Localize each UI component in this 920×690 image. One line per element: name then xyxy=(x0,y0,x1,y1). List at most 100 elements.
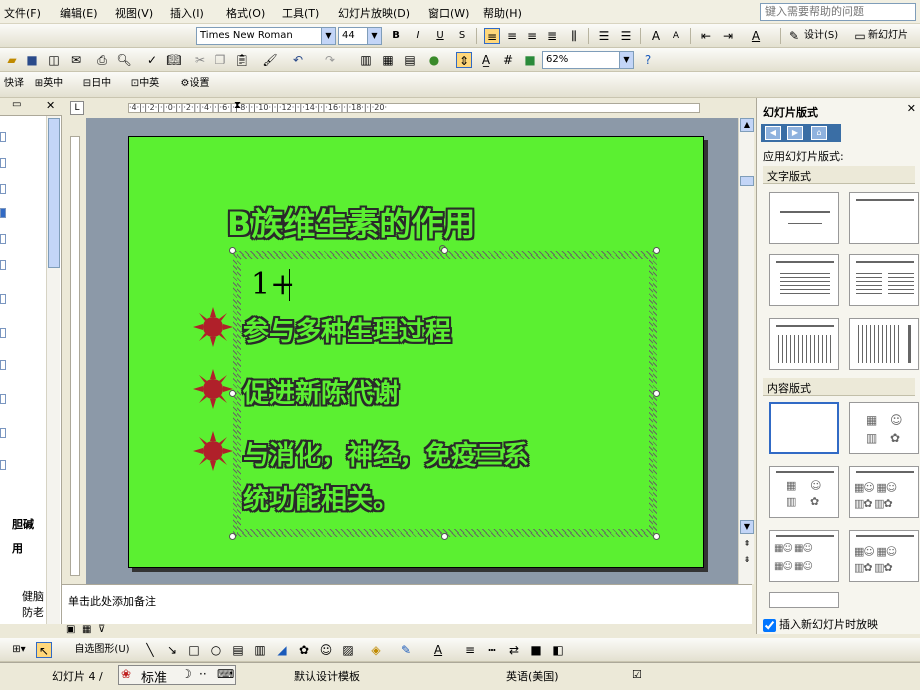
line-icon[interactable]: ╲ xyxy=(142,642,158,658)
print-icon[interactable]: ⎙ xyxy=(94,52,110,68)
resize-handle-ne[interactable] xyxy=(653,247,660,254)
outline-slide-marker[interactable] xyxy=(0,460,6,470)
textbox-icon[interactable]: ▤ xyxy=(230,642,246,658)
chevron-down-icon[interactable]: ▼ xyxy=(367,28,381,44)
ime-status-bar[interactable]: ❀ 标准 ☽ ·· ⌨ xyxy=(118,665,236,686)
numbering-icon[interactable]: ☰ xyxy=(596,28,612,44)
menu-tools[interactable]: 工具(T) xyxy=(282,5,319,21)
justify-icon[interactable]: ≣ xyxy=(544,28,560,44)
italic-button[interactable]: I xyxy=(410,27,426,45)
tab-selector-icon[interactable]: L xyxy=(70,101,84,115)
layout-title-slide[interactable] xyxy=(769,192,839,244)
vertical-textbox-icon[interactable]: ▥ xyxy=(252,642,268,658)
decrease-indent-icon[interactable]: ⇤ xyxy=(698,28,714,44)
undo-icon[interactable]: ↶ xyxy=(290,52,306,68)
bullet-item[interactable]: 与消化，神经，免疫三系 xyxy=(243,435,529,472)
tables-borders-icon[interactable]: ▤ xyxy=(402,52,418,68)
notes-pane[interactable]: 单击此处添加备注 xyxy=(62,584,752,624)
vertical-ruler[interactable] xyxy=(70,136,80,576)
cut-icon[interactable]: ✂ xyxy=(192,52,208,68)
resize-handle-s[interactable] xyxy=(441,533,448,540)
canvas-scrollbar[interactable]: ▲ ▼ ⇞ ⇟ xyxy=(738,118,754,584)
scroll-down-icon[interactable]: ▼ xyxy=(740,520,754,534)
ime-logo-icon[interactable]: ❀ xyxy=(121,667,131,681)
save-icon[interactable]: ■ xyxy=(24,52,40,68)
layout-title-text[interactable] xyxy=(769,254,839,306)
help-icon[interactable]: ? xyxy=(640,52,656,68)
show-on-insert-checkbox[interactable] xyxy=(763,618,776,632)
bullet-item[interactable]: 统功能相关。 xyxy=(243,479,399,516)
color-grayscale-icon[interactable]: ■ xyxy=(522,52,538,68)
autoshapes-menu[interactable]: 自选图形(U) xyxy=(64,641,140,659)
draw-menu[interactable]: ⊞▾ xyxy=(4,642,34,658)
notes-placeholder[interactable]: 单击此处添加备注 xyxy=(68,593,156,609)
picture-icon[interactable]: ▨ xyxy=(340,642,356,658)
distribute-icon[interactable]: ⫼ xyxy=(566,28,582,44)
scroll-thumb[interactable] xyxy=(740,176,754,186)
outline-slide-marker[interactable] xyxy=(0,294,6,304)
normal-view-icon[interactable]: ▣ xyxy=(66,624,75,635)
increase-font-icon[interactable]: A xyxy=(648,28,664,44)
diagram-icon[interactable]: ✿ xyxy=(296,642,312,658)
align-right-icon[interactable]: ≡ xyxy=(524,28,540,44)
horizontal-ruler[interactable]: ·4·|·|·2·|·|·0·|·|·2·|·|·4·|·|·6·|·|·8·|… xyxy=(128,103,700,113)
close-icon[interactable]: ✕ xyxy=(46,99,55,112)
layout-vertical-title-text[interactable] xyxy=(849,318,919,370)
bullet-item[interactable]: 参与多种生理过程 xyxy=(243,311,451,348)
outline-slide-marker[interactable] xyxy=(0,360,6,370)
new-slide-button[interactable]: 新幻灯片(N) xyxy=(868,27,918,45)
home-icon[interactable]: ⌂ xyxy=(811,126,827,140)
scroll-up-icon[interactable]: ▲ xyxy=(740,118,754,132)
increase-indent-icon[interactable]: ⇥ xyxy=(720,28,736,44)
chevron-down-icon[interactable]: ▼ xyxy=(619,52,633,68)
outline-slide-marker[interactable] xyxy=(0,132,6,142)
menu-insert[interactable]: 插入(I) xyxy=(170,5,204,21)
dash-style-icon[interactable]: ┅ xyxy=(484,642,500,658)
redo-icon[interactable]: ↷ xyxy=(322,52,338,68)
outline-slide-marker[interactable] xyxy=(0,394,6,404)
forward-icon[interactable]: ▶ xyxy=(787,126,803,140)
spelling-status-icon[interactable]: ☑ xyxy=(632,668,642,681)
shadow-style-icon[interactable]: ■ xyxy=(528,642,544,658)
research-icon[interactable]: 📖︎ xyxy=(166,52,182,68)
bullet-item[interactable]: 促进新陈代谢 xyxy=(243,373,399,410)
wordart-icon[interactable]: ◢ xyxy=(274,642,290,658)
arrow-style-icon[interactable]: ⇄ xyxy=(506,642,522,658)
sorter-view-icon[interactable]: ▦ xyxy=(82,624,91,635)
layout-title-two-content[interactable]: ▦☺ ▦☺ ▥✿ ▥✿ xyxy=(849,466,919,518)
resize-handle-n[interactable] xyxy=(441,247,448,254)
next-slide-icon[interactable]: ⇟ xyxy=(740,554,754,568)
layout-content[interactable]: ▦ ☺ ▥ ✿ xyxy=(849,402,919,454)
ime-mode[interactable]: 标准 xyxy=(141,667,167,686)
slide-title[interactable]: B族维生素的作用 xyxy=(227,199,475,245)
layout-title-content[interactable]: ▦ ☺ ▥ ✿ xyxy=(769,466,839,518)
design-button[interactable]: 设计(S) xyxy=(804,27,848,45)
rectangle-icon[interactable]: □ xyxy=(186,642,202,658)
menu-file[interactable]: 文件(F) xyxy=(4,5,41,21)
print-preview-icon[interactable]: 🔍︎ xyxy=(116,52,132,68)
zh-en-button[interactable]: ⊡中英 xyxy=(124,75,166,93)
permission-icon[interactable]: ◫ xyxy=(46,52,62,68)
menu-help[interactable]: 帮助(H) xyxy=(483,5,522,21)
bullets-icon[interactable]: ☰ xyxy=(618,28,634,44)
outline-slide-marker[interactable] xyxy=(0,328,6,338)
show-on-insert-option[interactable]: 插入新幻灯片时放映 xyxy=(763,616,878,632)
resize-handle-sw[interactable] xyxy=(229,533,236,540)
ime-moon-icon[interactable]: ☽ xyxy=(181,667,192,681)
layout-title-content-two[interactable]: ▦☺ ▦☺ ▥✿ ▥✿ xyxy=(849,530,919,582)
outline-slide-marker[interactable] xyxy=(0,260,6,270)
layout-title-only[interactable] xyxy=(849,192,919,244)
ime-keyboard-icon[interactable]: ⌨ xyxy=(217,667,234,681)
new-slide-icon[interactable]: ▭ xyxy=(852,28,868,44)
close-icon[interactable]: ✕ xyxy=(907,102,916,115)
ime-punct-icon[interactable]: ·· xyxy=(199,667,207,681)
select-objects-icon[interactable]: ↖ xyxy=(36,642,52,658)
resize-handle-e[interactable] xyxy=(653,390,660,397)
chevron-down-icon[interactable]: ▼ xyxy=(321,28,335,44)
bold-button[interactable]: B xyxy=(388,27,404,45)
help-search-input[interactable] xyxy=(760,3,916,21)
indent-marker-icon[interactable]: ⧗ xyxy=(234,100,241,111)
outline-slide-marker[interactable] xyxy=(0,158,6,168)
ja-zh-button[interactable]: ⊟日中 xyxy=(76,75,118,93)
align-center-icon[interactable]: ≡ xyxy=(504,28,520,44)
